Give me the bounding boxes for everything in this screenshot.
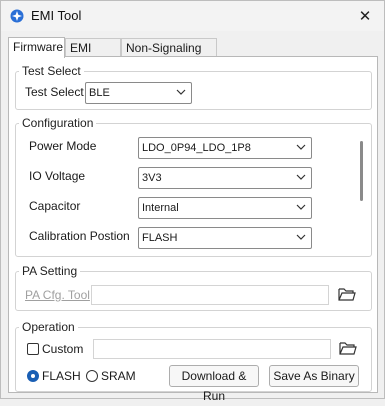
folder-open-icon [338, 288, 356, 301]
sram-radio-label: SRAM [101, 369, 136, 383]
app-icon [10, 9, 24, 23]
io-voltage-dropdown[interactable]: 3V3 [138, 167, 312, 189]
test-select-value: BLE [89, 87, 110, 99]
sram-radio[interactable] [86, 370, 98, 382]
folder-open-icon [339, 342, 357, 355]
window-title: EMI Tool [31, 8, 82, 23]
custom-checkbox[interactable] [27, 343, 39, 355]
chevron-down-icon [296, 174, 306, 180]
pa-cfg-path-field[interactable] [91, 285, 329, 305]
chevron-down-icon [296, 204, 306, 210]
capacitor-label: Capacitor [29, 199, 81, 213]
configuration-scrollbar[interactable] [360, 134, 364, 244]
close-button[interactable]: ✕ [352, 4, 378, 26]
pa-setting-group-label: PA Setting [22, 264, 78, 278]
calibration-position-label: Calibration Postion [29, 229, 130, 243]
calibration-position-dropdown[interactable]: FLASH [138, 227, 312, 249]
emi-tool-window: EMI Tool ✕ Firmware EMI Test Non-Signali… [0, 0, 385, 403]
configuration-group-label: Configuration [22, 116, 94, 130]
radio-dot [31, 374, 35, 378]
tab-emi-test[interactable]: EMI Test [65, 38, 121, 73]
pa-cfg-tool-link[interactable]: PA Cfg. Tool [25, 288, 90, 302]
test-select-group-label: Test Select [22, 64, 81, 78]
tab-label: Firmware [13, 40, 63, 54]
pa-browse-button[interactable] [337, 285, 359, 305]
chevron-down-icon [296, 144, 306, 150]
chevron-down-icon [296, 234, 306, 240]
calibration-position-value: FLASH [142, 232, 178, 244]
scrollbar-thumb[interactable] [360, 141, 363, 201]
save-as-binary-button[interactable]: Save As Binary [269, 365, 359, 387]
title-bar: EMI Tool ✕ [1, 1, 384, 31]
download-run-button[interactable]: Download & Run [169, 365, 259, 403]
custom-label: Custom [42, 342, 84, 356]
firmware-panel: Test Select Test Select BLE Configuratio… [8, 56, 378, 403]
configuration-list: Power Mode LDO_0P94_LDO_1P8 IO Voltage 3… [21, 130, 364, 255]
flash-radio[interactable] [27, 370, 39, 382]
capacitor-dropdown[interactable]: Internal [138, 197, 312, 219]
custom-browse-button[interactable] [338, 339, 360, 359]
io-voltage-label: IO Voltage [29, 169, 86, 183]
chevron-down-icon [176, 89, 186, 95]
close-icon: ✕ [358, 8, 372, 25]
operation-group-label: Operation [22, 320, 75, 334]
power-mode-dropdown[interactable]: LDO_0P94_LDO_1P8 [138, 137, 312, 159]
flash-radio-label: FLASH [42, 369, 81, 383]
tab-firmware[interactable]: Firmware [8, 37, 65, 58]
test-select-dropdown[interactable]: BLE [85, 82, 192, 104]
power-mode-label: Power Mode [29, 139, 97, 153]
io-voltage-value: 3V3 [142, 172, 162, 184]
tab-non-signaling-test[interactable]: Non-Signaling Test [121, 38, 217, 73]
capacitor-value: Internal [142, 202, 179, 214]
test-select-label: Test Select [25, 85, 84, 99]
custom-path-field[interactable] [93, 339, 331, 359]
power-mode-value: LDO_0P94_LDO_1P8 [142, 142, 251, 154]
